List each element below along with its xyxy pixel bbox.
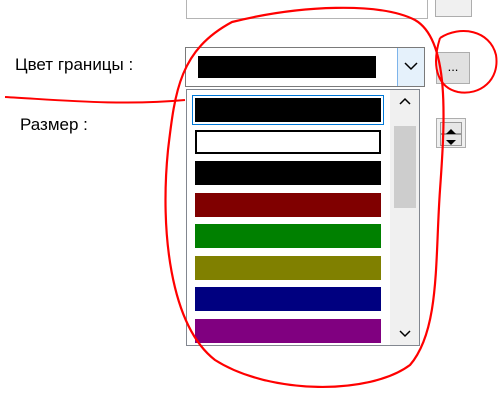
size-spinner[interactable]	[436, 118, 466, 148]
upper-combo-remnant[interactable]	[186, 0, 428, 19]
combo-dropdown-button[interactable]	[397, 48, 424, 86]
color-list[interactable]	[187, 90, 390, 345]
triangle-down-icon	[446, 140, 456, 145]
upper-button-remnant[interactable]	[435, 0, 472, 17]
color-option[interactable]	[195, 129, 381, 154]
size-label: Размер :	[20, 115, 88, 134]
color-option[interactable]	[195, 318, 381, 343]
color-dropdown-list[interactable]	[186, 89, 420, 346]
chevron-down-icon	[404, 58, 418, 76]
chevron-down-icon	[399, 325, 411, 343]
selected-color-swatch	[198, 56, 376, 78]
spin-down-button[interactable]	[440, 134, 462, 146]
scroll-up-button[interactable]	[391, 90, 419, 112]
annotation-underline-stroke	[4, 96, 186, 104]
dropdown-scrollbar[interactable]	[390, 90, 419, 345]
scroll-down-button[interactable]	[391, 323, 419, 345]
border-color-label: Цвет границы :	[15, 55, 134, 74]
color-option[interactable]	[195, 287, 381, 311]
color-option[interactable]	[192, 95, 384, 125]
color-option[interactable]	[195, 255, 381, 280]
color-option[interactable]	[195, 192, 381, 217]
chevron-up-icon	[399, 92, 411, 110]
scrollbar-thumb[interactable]	[394, 126, 416, 208]
border-color-combo[interactable]	[185, 47, 425, 87]
spin-up-button[interactable]	[440, 122, 462, 134]
color-option[interactable]	[195, 161, 381, 185]
color-option[interactable]	[195, 224, 381, 248]
more-colors-button[interactable]: ...	[436, 52, 470, 84]
